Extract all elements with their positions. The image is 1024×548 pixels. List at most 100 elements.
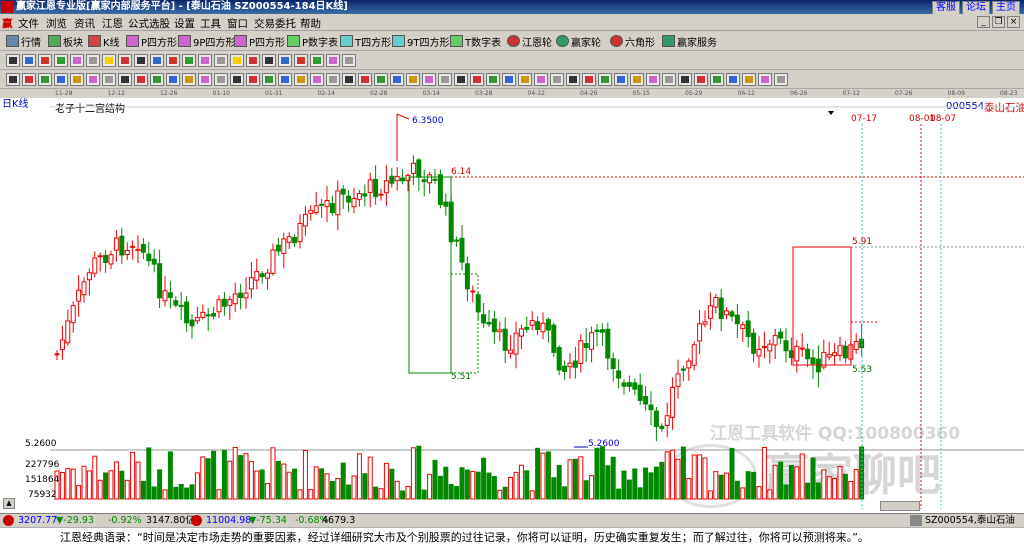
tool-button[interactable]	[694, 73, 708, 86]
tool-button[interactable]	[294, 54, 308, 67]
t-square-button[interactable]: T四方形	[340, 34, 391, 49]
menu-browse[interactable]: 浏览	[46, 16, 67, 31]
tool-button[interactable]	[150, 54, 164, 67]
tool-button[interactable]	[230, 54, 244, 67]
tool-button[interactable]	[710, 73, 724, 86]
tool-button[interactable]	[774, 73, 788, 86]
tool-button[interactable]	[390, 73, 404, 86]
tool-button[interactable]	[406, 73, 420, 86]
tool-button[interactable]	[486, 73, 500, 86]
tool-button[interactable]	[534, 73, 548, 86]
tool-button[interactable]	[566, 73, 580, 86]
tool-button[interactable]	[550, 73, 564, 86]
tool-button[interactable]	[614, 73, 628, 86]
tool-button[interactable]	[134, 73, 148, 86]
tool-button[interactable]	[54, 54, 68, 67]
tool-button[interactable]	[454, 73, 468, 86]
tool-button[interactable]	[70, 54, 84, 67]
menu-tools[interactable]: 工具	[200, 16, 221, 31]
tool-button[interactable]	[86, 73, 100, 86]
tool-button[interactable]	[54, 73, 68, 86]
tool-button[interactable]	[742, 73, 756, 86]
tool-button[interactable]	[246, 54, 260, 67]
winner-service-button[interactable]: 赢家服务	[662, 34, 717, 49]
menu-settings[interactable]: 设置	[174, 16, 195, 31]
tool-button[interactable]	[6, 73, 20, 86]
tool-button[interactable]	[262, 73, 276, 86]
tool-button[interactable]	[230, 73, 244, 86]
p-square2-button[interactable]: P四方形	[234, 34, 285, 49]
tool-button[interactable]	[198, 73, 212, 86]
home-link[interactable]: 主页	[992, 1, 1020, 15]
tool-button[interactable]	[342, 73, 356, 86]
scroll-up-icon[interactable]: ▲	[3, 498, 15, 509]
tool-button[interactable]	[22, 54, 36, 67]
tool-button[interactable]	[726, 73, 740, 86]
close-icon[interactable]: ×	[1007, 16, 1020, 28]
winner-wheel-button[interactable]: 赢家轮	[556, 34, 601, 49]
tool-button[interactable]	[166, 73, 180, 86]
tool-button[interactable]	[518, 73, 532, 86]
p-number-table-button[interactable]: P数字表	[287, 34, 338, 49]
tool-button[interactable]	[86, 54, 100, 67]
tool-button[interactable]	[326, 73, 340, 86]
quotes-button[interactable]: 行情	[6, 34, 41, 49]
tool-button[interactable]	[214, 73, 228, 86]
tool-button[interactable]	[470, 73, 484, 86]
tool-button[interactable]	[678, 73, 692, 86]
tool-button[interactable]	[214, 54, 228, 67]
chart-area[interactable]: 11-28 12-12 12-26 01-10 01-31 02-14 02-28 03-14…	[0, 89, 1024, 513]
minimize-icon[interactable]: _	[977, 16, 990, 28]
menu-help[interactable]: 帮助	[300, 16, 321, 31]
menu-info[interactable]: 资讯	[74, 16, 95, 31]
tool-button[interactable]	[262, 54, 276, 67]
tool-button[interactable]	[182, 73, 196, 86]
tool-button[interactable]	[118, 73, 132, 86]
tool-button[interactable]	[358, 73, 372, 86]
9t-square-button[interactable]: 9T四方形	[392, 34, 449, 49]
tool-button[interactable]	[22, 73, 36, 86]
tool-button[interactable]	[6, 54, 20, 67]
tool-button[interactable]	[758, 73, 772, 86]
tool-button[interactable]	[102, 54, 116, 67]
menu-window[interactable]: 窗口	[227, 16, 248, 31]
tool-button[interactable]	[310, 73, 324, 86]
tool-button[interactable]	[150, 73, 164, 86]
tool-button[interactable]	[646, 73, 660, 86]
menu-gann[interactable]: 江恩	[102, 16, 123, 31]
tool-button[interactable]	[102, 73, 116, 86]
tool-button[interactable]	[38, 73, 52, 86]
forum-link[interactable]: 论坛	[962, 1, 990, 15]
tool-button[interactable]	[278, 54, 292, 67]
menu-formula[interactable]: 公式选股	[128, 16, 170, 31]
hexagon-button[interactable]: 六角形	[610, 34, 655, 49]
customer-service-link[interactable]: 客服	[932, 1, 960, 15]
horizontal-scrollbar[interactable]	[880, 501, 920, 511]
tool-button[interactable]	[598, 73, 612, 86]
tool-button[interactable]	[198, 54, 212, 67]
tool-button[interactable]	[166, 54, 180, 67]
sh-index-value[interactable]: 3207.77	[18, 514, 57, 527]
tool-button[interactable]	[438, 73, 452, 86]
menu-trade[interactable]: 交易委托	[254, 16, 296, 31]
tool-button[interactable]	[38, 54, 52, 67]
tool-button[interactable]	[278, 73, 292, 86]
tool-button[interactable]	[630, 73, 644, 86]
tool-button[interactable]	[374, 73, 388, 86]
gann-wheel-button[interactable]: 江恩轮	[507, 34, 552, 49]
tool-button[interactable]	[70, 73, 84, 86]
tool-button[interactable]	[326, 54, 340, 67]
restore-icon[interactable]: ❐	[992, 16, 1005, 28]
9p-square-button[interactable]: 9P四方形	[178, 34, 235, 49]
tool-button[interactable]	[310, 54, 324, 67]
tool-button[interactable]	[502, 73, 516, 86]
p-square-button[interactable]: P四方形	[126, 34, 177, 49]
t-number-table-button[interactable]: T数字表	[450, 34, 501, 49]
tool-button[interactable]	[422, 73, 436, 86]
tool-button[interactable]	[582, 73, 596, 86]
menu-file[interactable]: 文件	[18, 16, 39, 31]
kline-button[interactable]: K线	[88, 34, 120, 49]
sector-button[interactable]: 板块	[48, 34, 83, 49]
tool-button[interactable]	[342, 54, 356, 67]
tool-button[interactable]	[134, 54, 148, 67]
